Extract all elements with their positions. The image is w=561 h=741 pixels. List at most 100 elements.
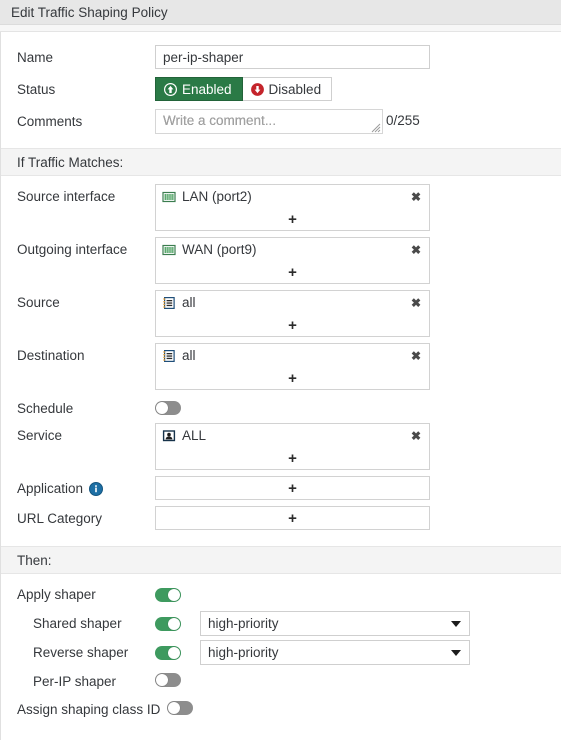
toggle-knob [168, 702, 181, 714]
source-address-selector[interactable]: all ✖ + [155, 290, 430, 337]
comments-textarea[interactable] [156, 110, 382, 133]
remove-item-button[interactable]: ✖ [407, 347, 425, 365]
plus-icon: + [288, 210, 297, 228]
service-label: Service [17, 428, 63, 443]
plus-icon: + [288, 449, 297, 467]
arrow-up-circle-icon [164, 82, 177, 96]
list-item: WAN (port9) ✖ [156, 238, 429, 261]
name-control [155, 45, 561, 69]
then-fields-group: Apply shaper Shared shaper high-priority [1, 574, 561, 723]
outgoing-interface-selector[interactable]: WAN (port9) ✖ + [155, 237, 430, 284]
toggle-knob [168, 617, 180, 630]
row-schedule: Schedule [1, 395, 561, 423]
toggle-knob [168, 589, 180, 601]
row-outgoing-interface: Outgoing interface WAN (port9) ✖ + [1, 237, 561, 284]
status-label: Status [17, 82, 56, 97]
add-url-category-button[interactable]: + [156, 507, 429, 529]
schedule-control [155, 400, 561, 418]
remove-item-button[interactable]: ✖ [407, 241, 425, 259]
status-disabled-button[interactable]: Disabled [242, 77, 333, 101]
url-category-control: + [155, 506, 561, 530]
source-interface-control: LAN (port2) ✖ + [155, 184, 561, 231]
row-apply-shaper: Apply shaper [1, 581, 561, 609]
add-outgoing-interface-button[interactable]: + [156, 261, 429, 283]
name-input[interactable] [155, 45, 430, 69]
reverse-shaper-toggle[interactable] [155, 645, 181, 660]
source-interface-label: Source interface [17, 189, 116, 204]
row-assign-shaping-class-id: Assign shaping class ID [1, 696, 561, 723]
match-fields-group: Source interface LAN (port2) ✖ + Outgoin… [1, 176, 561, 530]
dialog-titlebar: Edit Traffic Shaping Policy [0, 0, 561, 25]
status-enabled-label: Enabled [182, 81, 232, 97]
destination-address-selector[interactable]: all ✖ + [155, 343, 430, 390]
then-section-header: Then: [1, 546, 561, 574]
comments-field-box: Write a comment... [155, 109, 383, 134]
reverse-shaper-select[interactable]: high-priority [200, 640, 470, 665]
url-category-label: URL Category [17, 511, 103, 526]
row-comments: Comments Write a comment... Write a comm… [1, 109, 561, 134]
row-name: Name [1, 45, 561, 69]
add-destination-button[interactable]: + [156, 367, 429, 389]
row-status: Status Enabled Disabled [1, 77, 561, 101]
remove-item-button[interactable]: ✖ [407, 294, 425, 312]
match-section-header: If Traffic Matches: [1, 148, 561, 176]
toggle-knob [168, 646, 180, 659]
row-source-interface: Source interface LAN (port2) ✖ + [1, 184, 561, 231]
page-title: Edit Traffic Shaping Policy [11, 4, 168, 20]
add-service-button[interactable]: + [156, 447, 429, 469]
add-source-interface-button[interactable]: + [156, 208, 429, 230]
list-item-label: LAN (port2) [182, 189, 252, 204]
comments-control: Write a comment... 0/255 [155, 109, 561, 134]
add-application-button[interactable]: + [156, 477, 429, 499]
remove-item-button[interactable]: ✖ [407, 188, 425, 206]
shared-shaper-label: Shared shaper [33, 615, 122, 631]
list-item: ALL ✖ [156, 424, 429, 447]
info-icon[interactable] [89, 482, 104, 496]
assign-shaping-class-id-label: Assign shaping class ID [17, 701, 161, 717]
reverse-shaper-select-wrap: high-priority [200, 640, 470, 665]
plus-icon: + [288, 509, 297, 527]
list-item-label: ALL [182, 428, 207, 443]
per-ip-shaper-label: Per-IP shaper [33, 673, 117, 689]
add-source-button[interactable]: + [156, 314, 429, 336]
titlebar-divider [0, 25, 561, 32]
source-control: all ✖ + [155, 290, 561, 337]
plus-icon: + [288, 479, 297, 497]
plus-icon: + [288, 263, 297, 281]
status-enabled-button[interactable]: Enabled [155, 77, 243, 101]
application-selector[interactable]: + [155, 476, 430, 500]
destination-control: all ✖ + [155, 343, 561, 390]
shared-shaper-select[interactable]: high-priority [200, 611, 470, 636]
apply-shaper-label: Apply shaper [17, 587, 96, 602]
remove-item-button[interactable]: ✖ [407, 427, 425, 445]
address-object-icon [162, 296, 176, 310]
apply-shaper-toggle[interactable] [155, 588, 181, 602]
plus-icon: + [288, 369, 297, 387]
assign-shaping-class-id-toggle[interactable] [167, 701, 194, 715]
per-ip-shaper-control [155, 673, 561, 690]
arrow-down-circle-icon [250, 82, 264, 96]
row-service: Service ALL ✖ + [1, 423, 561, 470]
then-section-heading: Then: [17, 552, 52, 568]
service-object-icon [162, 429, 176, 443]
url-category-selector[interactable]: + [155, 506, 430, 530]
status-disabled-label: Disabled [268, 81, 322, 97]
general-settings-group: Name Status [1, 32, 561, 134]
service-selector[interactable]: ALL ✖ + [155, 423, 430, 470]
shared-shaper-control: high-priority [155, 611, 561, 636]
apply-shaper-control [155, 588, 561, 602]
application-control: + [155, 476, 561, 500]
toggle-knob [156, 401, 168, 414]
network-interface-icon [162, 190, 176, 204]
application-label: Application [17, 481, 84, 496]
dialog-body: Name Status [0, 32, 561, 740]
shared-shaper-toggle[interactable] [155, 616, 181, 631]
list-item: all ✖ [156, 344, 429, 367]
schedule-toggle[interactable] [155, 400, 181, 415]
row-application: Application + [1, 476, 561, 500]
assign-shaping-class-id-control [167, 701, 561, 718]
row-url-category: URL Category + [1, 506, 561, 530]
per-ip-shaper-toggle[interactable] [155, 673, 181, 687]
destination-label: Destination [17, 348, 85, 363]
source-interface-selector[interactable]: LAN (port2) ✖ + [155, 184, 430, 231]
